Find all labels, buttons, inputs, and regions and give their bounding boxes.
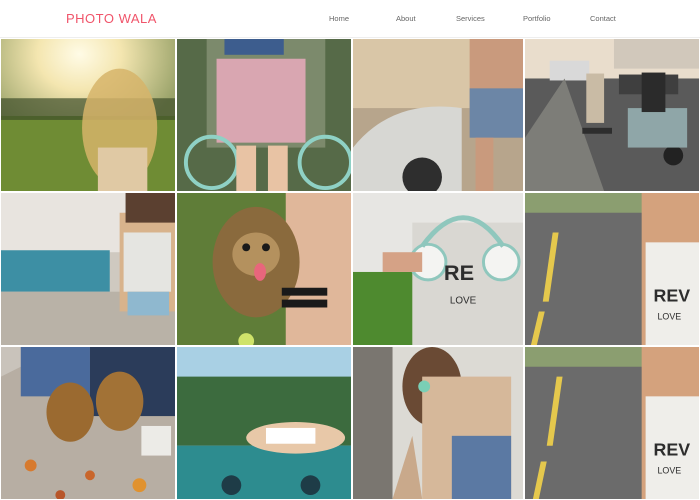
photo-skateboard-scooter[interactable] [524,38,700,192]
brand-logo[interactable]: PHOTO WALA [66,11,157,26]
shirt-text-love-3: LOVE [657,465,681,475]
shirt-text-rev-2: REV [654,440,691,460]
photo-boots-autumn-leaves[interactable] [0,346,176,500]
nav-about[interactable]: About [396,14,416,23]
photo-road-girl-right[interactable]: REV LOVE [524,192,700,346]
photo-gallery: RE LOVE REV LOVE REV LOVE [0,38,700,500]
nav-services[interactable]: Services [456,14,485,23]
photo-girl-bicycle[interactable] [176,38,352,192]
photo-girl-sunset-field[interactable] [0,38,176,192]
photo-yorkshire-terrier[interactable] [176,192,352,346]
photo-girl-by-car[interactable] [352,38,524,192]
shirt-text-rev: REV [654,286,691,306]
photo-girl-billboard[interactable] [0,192,176,346]
shirt-text-re: RE [444,260,474,285]
photo-girl-phone-jacket[interactable] [352,346,524,500]
nav-contact[interactable]: Contact [590,14,616,23]
nav-portfolio[interactable]: Portfolio [523,14,551,23]
shirt-text-love-2: LOVE [657,311,681,321]
nav-home[interactable]: Home [329,14,349,23]
photo-girl-on-car-palms[interactable] [176,346,352,500]
photo-road-girl-right-2[interactable]: REV LOVE [524,346,700,500]
site-header: PHOTO WALA Home About Services Portfolio… [0,0,700,38]
photo-girl-headphones[interactable]: RE LOVE [352,192,524,346]
shirt-text-love: LOVE [450,296,477,307]
